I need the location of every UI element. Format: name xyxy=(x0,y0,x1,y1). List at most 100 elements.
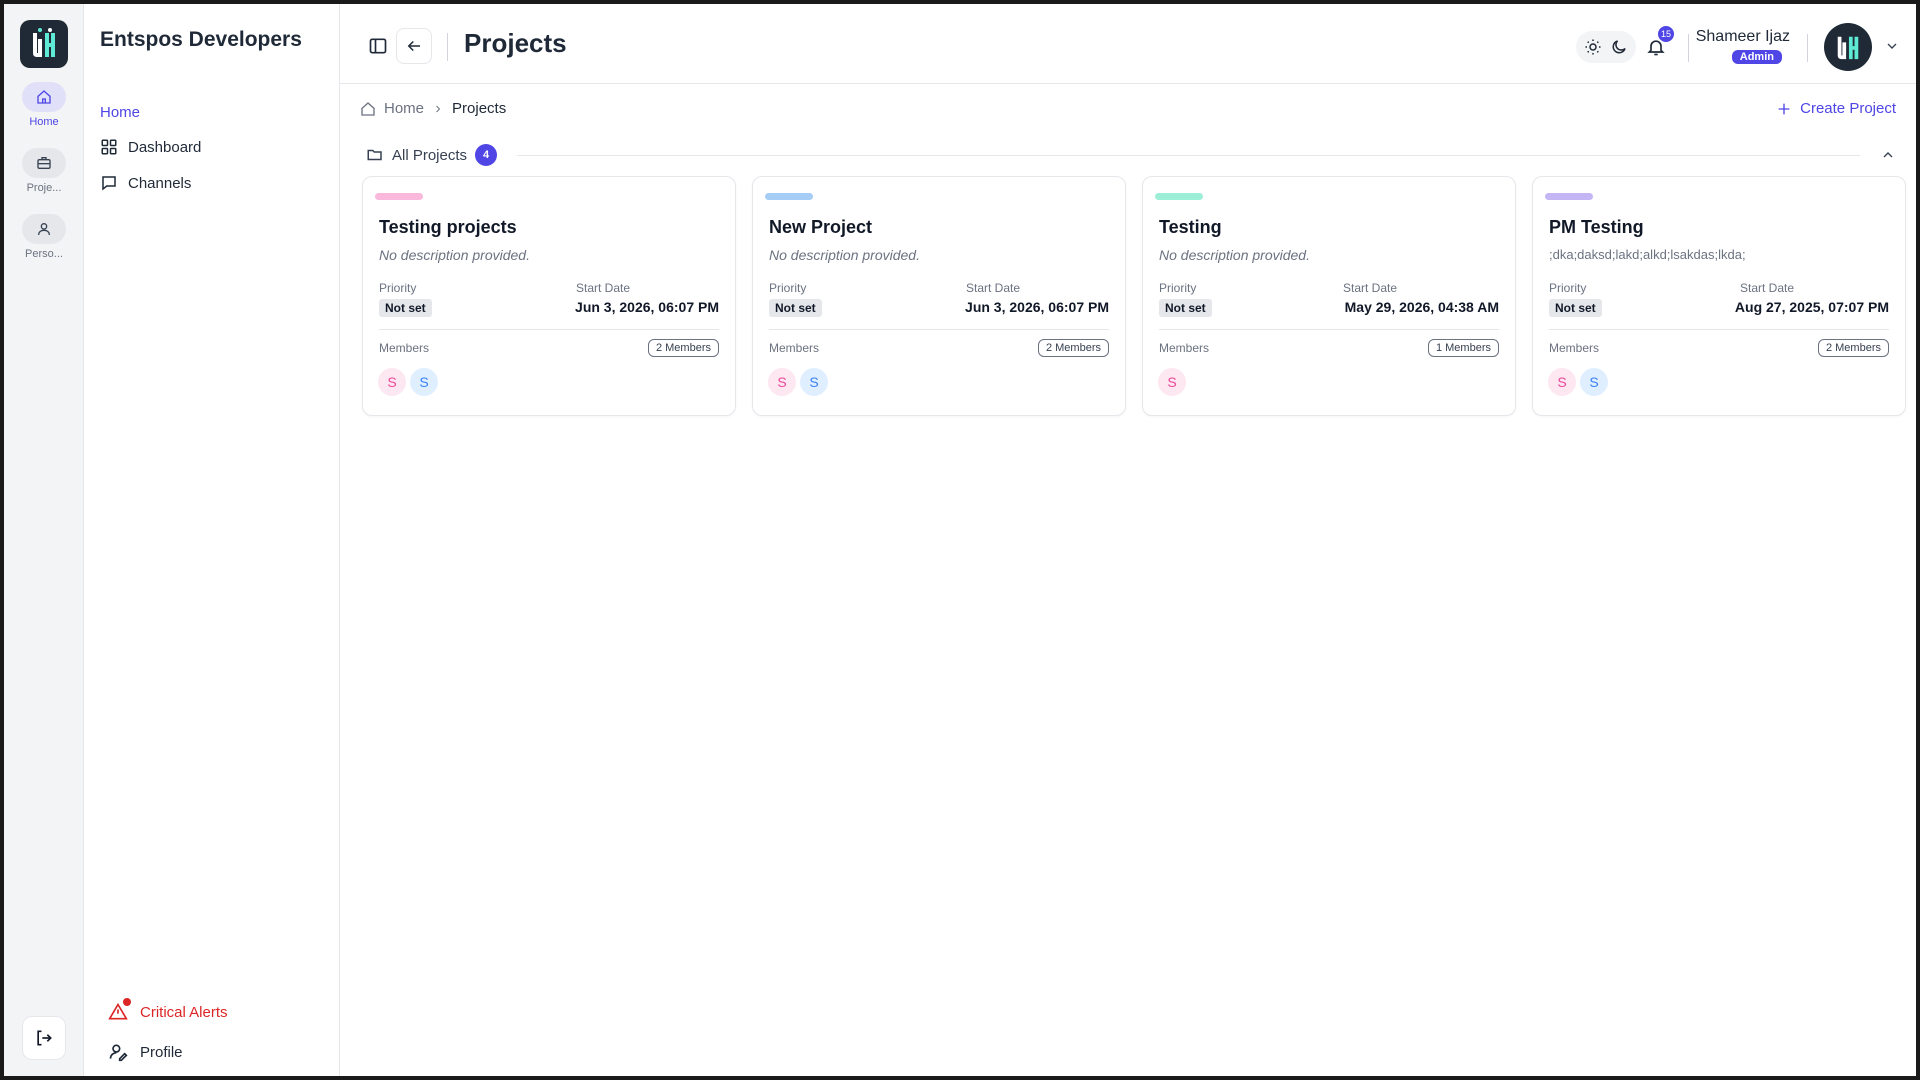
member-avatars: S S xyxy=(377,367,439,397)
logout-button[interactable] xyxy=(22,1016,66,1060)
start-date-label: Start Date xyxy=(1740,281,1795,295)
project-title: Testing xyxy=(1159,217,1222,237)
sidebar-profile[interactable]: Profile xyxy=(108,1042,183,1062)
start-date-label: Start Date xyxy=(576,281,631,295)
create-project-button[interactable]: Create Project xyxy=(1776,100,1896,117)
org-name: Entspos Developers xyxy=(100,28,302,51)
project-description: No description provided. xyxy=(769,247,920,263)
member-avatar[interactable]: S xyxy=(1157,367,1187,397)
sun-icon[interactable] xyxy=(1584,38,1602,56)
sidebar-item-dashboard[interactable]: Dashboard xyxy=(100,138,201,156)
project-title: Testing projects xyxy=(379,217,517,237)
member-avatar[interactable]: S xyxy=(377,367,407,397)
chevron-down-icon[interactable] xyxy=(1884,38,1900,54)
sidebar-section-home[interactable]: Home xyxy=(100,104,140,121)
breadcrumb-home[interactable]: Home xyxy=(384,100,424,117)
member-avatar[interactable]: S xyxy=(1579,367,1609,397)
project-card[interactable]: Testing No description provided. Priorit… xyxy=(1142,176,1516,416)
start-date-value: Jun 3, 2026, 06:07 PM xyxy=(575,299,719,315)
chevron-up-icon[interactable] xyxy=(1880,147,1896,163)
profile-label: Profile xyxy=(140,1043,183,1061)
alert-icon-wrap xyxy=(108,998,131,1022)
app-logo[interactable] xyxy=(20,20,68,68)
member-avatar[interactable]: S xyxy=(767,367,797,397)
home-icon xyxy=(37,90,51,104)
all-projects-header: All Projects 4 xyxy=(366,144,1896,166)
project-description: ;dka;daksd;lakd;alkd;lsakdas;lkda; xyxy=(1549,247,1746,262)
member-avatars: S S xyxy=(767,367,829,397)
logout-icon xyxy=(37,1030,52,1046)
rail-item-projects[interactable]: Proje... xyxy=(4,148,84,194)
moon-icon[interactable] xyxy=(1610,38,1628,56)
card-divider xyxy=(379,329,719,330)
chat-icon xyxy=(102,176,116,191)
sidebar-item-channels[interactable]: Channels xyxy=(100,174,191,192)
card-accent-bar xyxy=(765,193,813,200)
priority-label: Priority xyxy=(1159,281,1197,295)
members-count-badge: 2 Members xyxy=(647,339,719,357)
members-label: Members xyxy=(769,341,820,355)
rail-pill xyxy=(22,82,66,112)
critical-alerts-label: Critical Alerts xyxy=(140,1003,228,1021)
top-bar: Projects 15 Shameer Ijaz Admin xyxy=(340,4,1916,84)
project-cards: Testing projects No description provided… xyxy=(362,176,1906,416)
rail-label-home: Home xyxy=(29,116,59,128)
section-divider xyxy=(517,154,1860,156)
card-accent-bar xyxy=(1155,193,1203,200)
project-card[interactable]: New Project No description provided. Pri… xyxy=(752,176,1126,416)
divider xyxy=(1807,34,1808,62)
priority-label: Priority xyxy=(1549,281,1587,295)
notification-badge: 15 xyxy=(1658,26,1675,42)
arrow-left-icon xyxy=(407,40,420,52)
logo-icon xyxy=(33,28,55,57)
start-date-label: Start Date xyxy=(966,281,1021,295)
priority-label: Priority xyxy=(379,281,417,295)
priority-badge: Not set xyxy=(1159,299,1212,317)
members-label: Members xyxy=(379,341,430,355)
project-card[interactable]: PM Testing ;dka;daksd;lakd;alkd;lsakdas;… xyxy=(1532,176,1906,416)
card-accent-bar xyxy=(1545,193,1593,200)
member-avatar[interactable]: S xyxy=(1547,367,1577,397)
user-name: Shameer Ijaz xyxy=(1695,28,1790,45)
members-count-badge: 2 Members xyxy=(1037,339,1109,357)
rail-item-home[interactable]: Home xyxy=(4,82,84,128)
project-count-badge: 4 xyxy=(475,144,498,166)
sidebar-item-label: Channels xyxy=(128,174,192,192)
priority-badge: Not set xyxy=(769,299,822,317)
start-date-value: Jun 3, 2026, 06:07 PM xyxy=(965,299,1109,315)
rail-item-personal[interactable]: Perso... xyxy=(4,214,84,260)
project-title: New Project xyxy=(769,217,873,237)
project-description: No description provided. xyxy=(1159,247,1310,263)
back-button[interactable] xyxy=(396,28,432,64)
icon-rail: Home Proje... Perso... xyxy=(4,4,84,1076)
plus-icon xyxy=(1778,103,1790,114)
member-avatar[interactable]: S xyxy=(799,367,829,397)
secondary-sidebar: Entspos Developers Home Dashboard Channe… xyxy=(84,4,340,1076)
chevron-right-icon xyxy=(436,105,441,112)
section-label: All Projects xyxy=(392,146,468,164)
start-date-value: Aug 27, 2025, 07:07 PM xyxy=(1734,299,1889,315)
main-content: Projects 15 Shameer Ijaz Admin Home Proj… xyxy=(340,4,1916,1076)
rail-label-projects: Proje... xyxy=(26,182,62,194)
home-icon xyxy=(361,101,375,116)
user-avatar[interactable] xyxy=(1824,23,1872,71)
folder-open-icon xyxy=(367,149,382,161)
user-edit-icon xyxy=(109,1044,128,1062)
person-icon xyxy=(38,223,50,236)
rail-pill xyxy=(22,148,66,178)
card-divider xyxy=(769,329,1109,330)
sidebar-critical-alerts[interactable]: Critical Alerts xyxy=(108,998,228,1022)
project-card[interactable]: Testing projects No description provided… xyxy=(362,176,736,416)
theme-toggle[interactable] xyxy=(1576,31,1636,63)
app-window: Home Proje... Perso... Entspos Developer… xyxy=(4,4,1916,1076)
breadcrumb-current: Projects xyxy=(452,100,507,117)
toggle-sidebar-button[interactable] xyxy=(360,28,396,64)
members-count-badge: 1 Members xyxy=(1427,339,1499,357)
start-date-value: May 29, 2026, 04:38 AM xyxy=(1344,299,1499,315)
card-divider xyxy=(1549,329,1889,330)
page-title: Projects xyxy=(464,28,567,58)
member-avatars: S S xyxy=(1547,367,1609,397)
divider xyxy=(447,33,448,61)
member-avatar[interactable]: S xyxy=(409,367,439,397)
sidebar-item-label: Dashboard xyxy=(128,138,202,156)
